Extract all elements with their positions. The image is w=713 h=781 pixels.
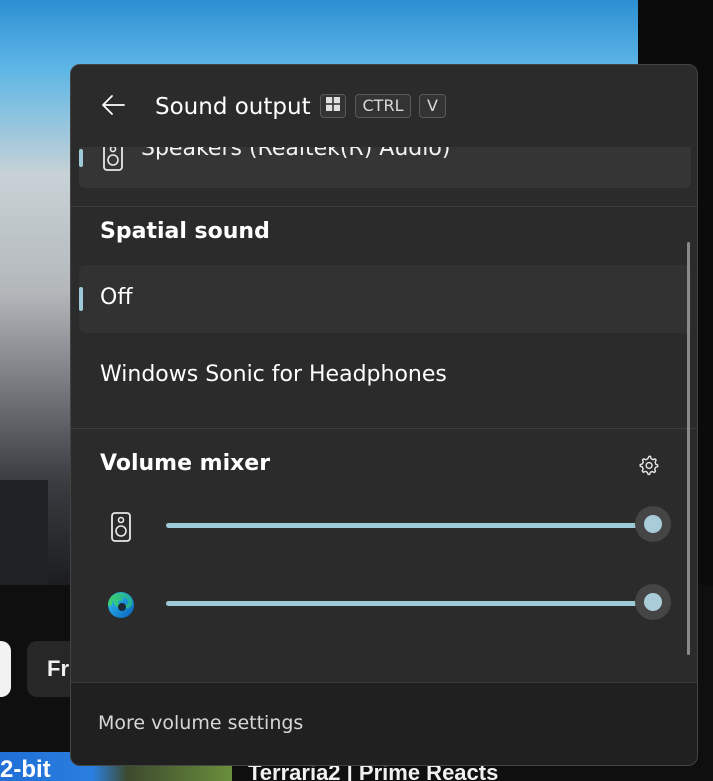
scrollbar[interactable] — [687, 242, 690, 655]
slider-fill — [166, 601, 653, 606]
spatial-sound-heading: Spatial sound — [100, 219, 270, 244]
background-thumbnail-text: 2-bit — [0, 756, 51, 781]
shortcut-key-v: V — [419, 94, 446, 118]
flyout-footer: More volume settings — [71, 682, 697, 765]
flyout-title: Sound output — [155, 94, 311, 120]
slider-fill — [166, 523, 653, 528]
slider-thumb[interactable] — [635, 584, 671, 620]
back-button[interactable] — [93, 89, 133, 125]
spatial-option-off[interactable]: Off — [79, 265, 691, 333]
section-divider — [71, 428, 697, 429]
section-divider — [71, 206, 697, 207]
flyout-header: Sound output CTRL V — [71, 65, 697, 149]
system-volume-slider[interactable] — [166, 506, 671, 546]
speaker-icon — [105, 511, 137, 543]
spatial-option-windows-sonic[interactable]: Windows Sonic for Headphones — [79, 342, 691, 410]
speaker-icon — [102, 147, 124, 175]
edge-volume-slider[interactable] — [166, 584, 671, 624]
selection-indicator — [79, 149, 83, 167]
selection-indicator — [79, 287, 83, 311]
sound-output-flyout: Sound output CTRL V Speakers (Realtek(R)… — [70, 64, 698, 766]
slider-track — [166, 523, 671, 528]
mixer-row-system-sounds — [71, 506, 671, 546]
slider-track — [166, 601, 671, 606]
edge-browser-icon — [105, 589, 137, 621]
mixer-row-edge — [71, 584, 671, 624]
volume-mixer-settings-button[interactable] — [633, 451, 665, 483]
output-device-label: Speakers (Realtek(R) Audio) — [141, 147, 451, 161]
volume-mixer-heading: Volume mixer — [100, 451, 271, 476]
shortcut-key-windows — [320, 94, 346, 118]
windows-logo-icon — [326, 95, 340, 117]
output-device-item[interactable]: Speakers (Realtek(R) Audio) — [79, 147, 691, 188]
background-chip-left — [0, 641, 11, 697]
spatial-option-label: Off — [100, 285, 133, 310]
spatial-option-label: Windows Sonic for Headphones — [100, 362, 447, 387]
gear-icon — [638, 454, 660, 480]
slider-thumb[interactable] — [635, 506, 671, 542]
shortcut-key-ctrl: CTRL — [355, 94, 411, 118]
more-volume-settings-link[interactable]: More volume settings — [98, 708, 303, 738]
back-arrow-icon — [100, 94, 126, 120]
